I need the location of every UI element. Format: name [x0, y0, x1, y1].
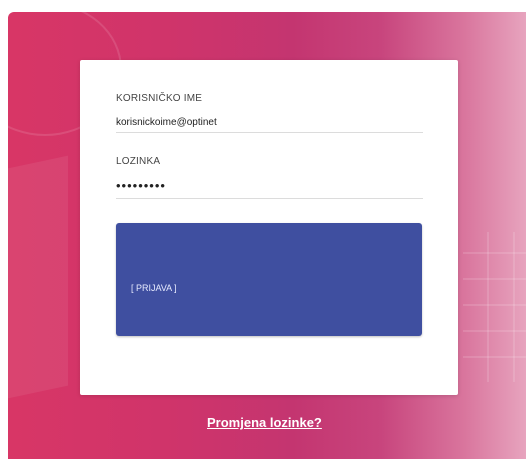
password-field[interactable]: •••••••••: [116, 178, 423, 199]
change-password-link[interactable]: Promjena lozinke?: [207, 415, 322, 430]
device-decoration: [8, 155, 68, 399]
username-label: KORISNIČKO IME: [116, 93, 203, 104]
login-button-label: [ PRIJAVA ]: [131, 283, 177, 293]
password-label: LOZINKA: [116, 156, 161, 167]
username-field[interactable]: [116, 112, 423, 133]
login-button[interactable]: [ PRIJAVA ]: [116, 223, 422, 336]
keyboard-decoration: [463, 232, 526, 382]
login-card: KORISNIČKO IME LOZINKA ••••••••• [ PRIJA…: [80, 60, 458, 395]
